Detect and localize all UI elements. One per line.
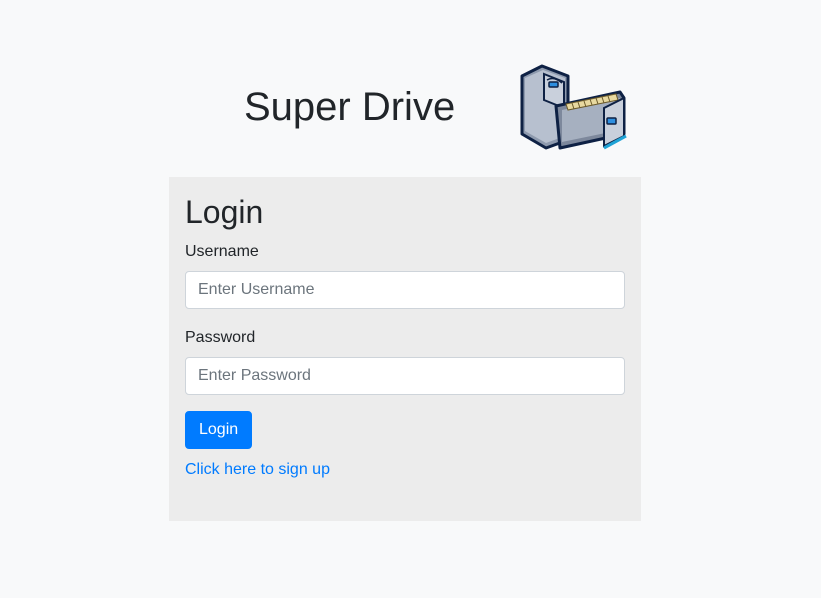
username-label: Username xyxy=(185,243,259,260)
login-card: Login Username Password Login Click here… xyxy=(169,177,641,521)
password-label: Password xyxy=(185,329,256,346)
login-button[interactable]: Login xyxy=(185,411,253,449)
app-title: Super Drive xyxy=(244,85,456,129)
signup-link[interactable]: Click here to sign up xyxy=(185,460,330,480)
login-heading: Login xyxy=(185,194,264,230)
file-cabinet-icon xyxy=(520,64,627,150)
username-input[interactable] xyxy=(185,271,625,309)
password-input[interactable] xyxy=(185,357,625,395)
page: Super Drive Login Username Password Logi xyxy=(0,0,821,598)
